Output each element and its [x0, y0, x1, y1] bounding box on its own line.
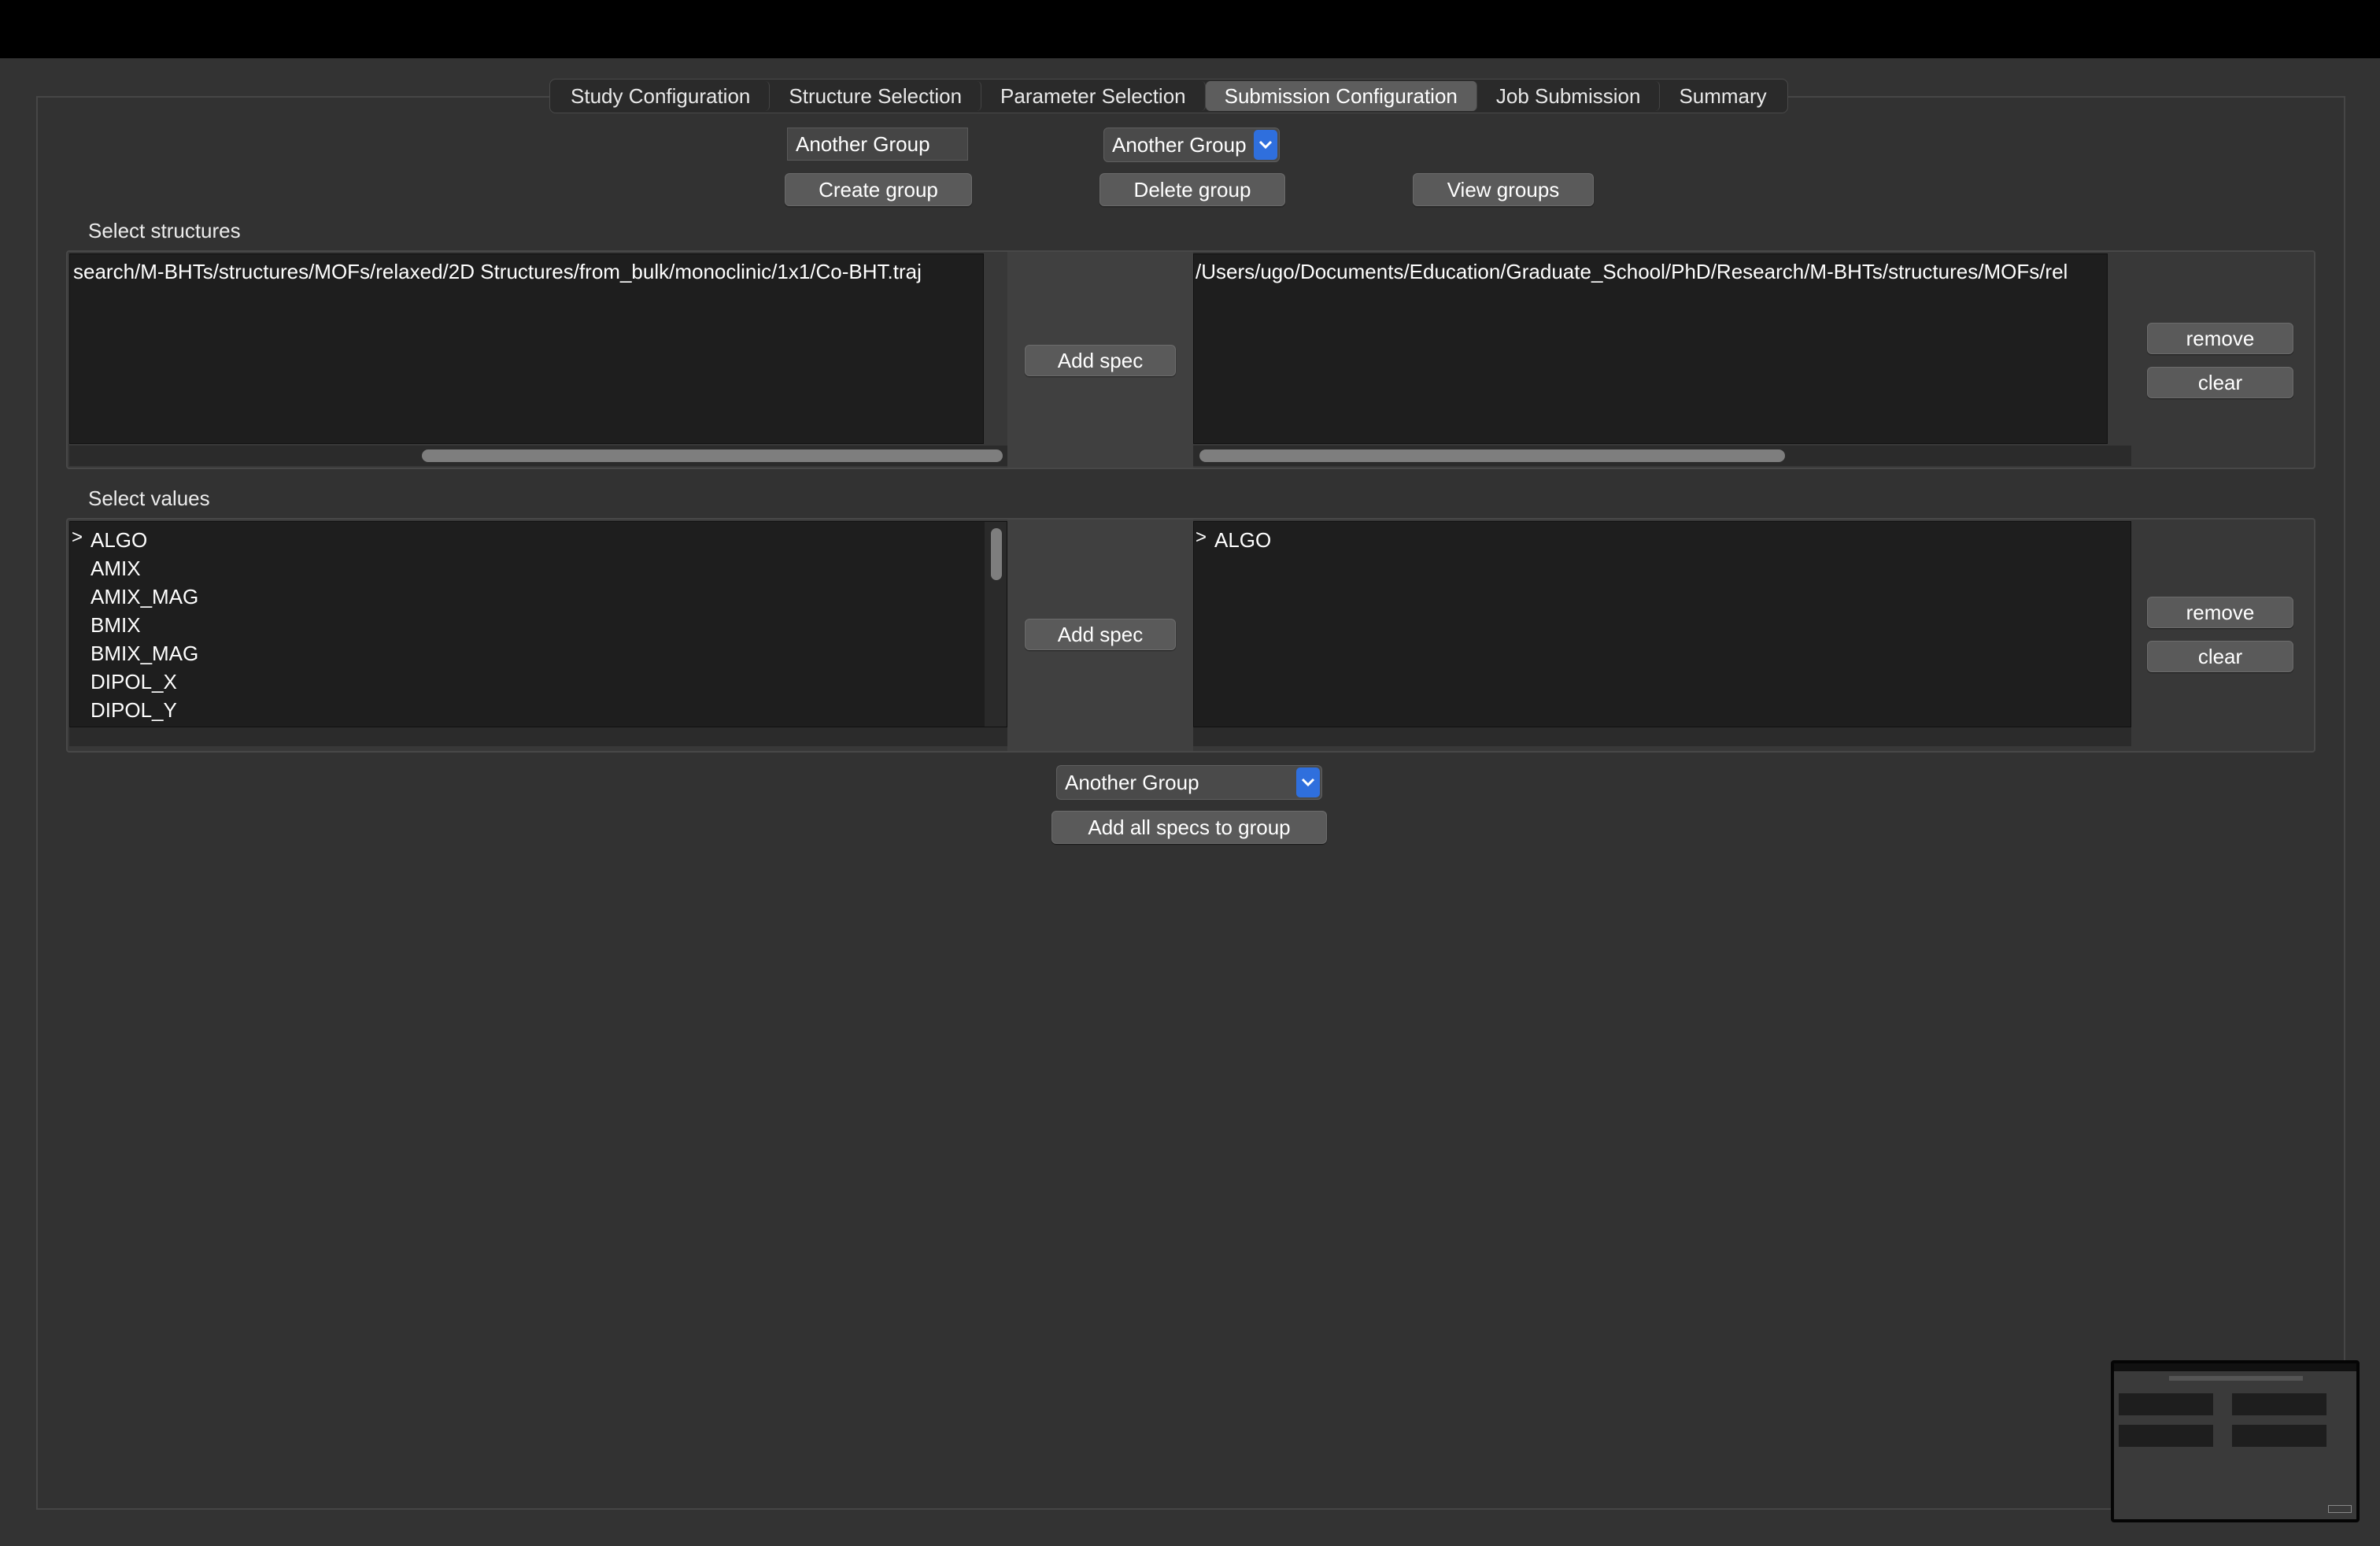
thumbnail-list: [2119, 1393, 2213, 1415]
selected-structures-scroll-thumb[interactable]: [1199, 449, 1785, 462]
thumbnail-list: [2232, 1393, 2326, 1415]
parameter-tree-hscrollbar[interactable]: [69, 727, 1007, 746]
chevron-right-icon[interactable]: >: [1196, 527, 1207, 549]
tab-parameter-selection[interactable]: Parameter Selection: [981, 81, 1206, 111]
tree-item-algo[interactable]: ALGO: [91, 528, 147, 553]
group-name-input-value: Another Group: [796, 131, 930, 156]
thumbnail-title-bar: [2114, 1363, 2356, 1371]
available-structures-scroll-thumb[interactable]: [422, 449, 1003, 462]
group-select-value: Another Group: [1112, 132, 1247, 157]
add-all-specs-button[interactable]: Add all specs to group: [1051, 811, 1327, 844]
values-remove-button[interactable]: remove: [2147, 597, 2293, 628]
selected-tree-item-algo[interactable]: ALGO: [1214, 528, 1271, 553]
available-structure-path[interactable]: search/M-BHTs/structures/MOFs/relaxed/2D…: [70, 254, 983, 289]
thumbnail-tab-bar: [2169, 1376, 2303, 1381]
structures-clear-button[interactable]: clear: [2147, 367, 2293, 398]
delete-group-button[interactable]: Delete group: [1099, 173, 1285, 206]
tab-study-configuration[interactable]: Study Configuration: [552, 81, 771, 111]
selected-structures-list[interactable]: /Users/ugo/Documents/Education/Graduate_…: [1193, 253, 2108, 444]
available-structures-list[interactable]: search/M-BHTs/structures/MOFs/relaxed/2D…: [69, 253, 984, 444]
parameter-tree-scroll-thumb[interactable]: [991, 528, 1002, 580]
tree-item-dipol-y[interactable]: DIPOL_Y: [91, 698, 177, 723]
tab-structure-selection[interactable]: Structure Selection: [770, 81, 982, 111]
thumbnail-list: [2119, 1425, 2213, 1447]
thumbnail-list: [2232, 1425, 2326, 1447]
selected-values-hscrollbar[interactable]: [1193, 727, 2131, 746]
select-values-label: Select values: [88, 486, 210, 510]
create-group-button[interactable]: Create group: [785, 173, 972, 206]
target-group-select[interactable]: Another Group: [1056, 765, 1322, 800]
target-group-select-value: Another Group: [1065, 770, 1199, 794]
chevron-down-icon: [1254, 130, 1277, 160]
structures-remove-button[interactable]: remove: [2147, 323, 2293, 354]
tree-item-bmix[interactable]: BMIX: [91, 613, 141, 638]
selected-structures-scrollbar[interactable]: [1193, 446, 2131, 466]
tree-item-dipol-x[interactable]: DIPOL_X: [91, 670, 177, 694]
chevron-right-icon[interactable]: >: [72, 527, 83, 549]
structures-add-spec-button[interactable]: Add spec: [1025, 345, 1176, 376]
select-structures-label: Select structures: [88, 219, 241, 242]
selected-structure-path[interactable]: /Users/ugo/Documents/Education/Graduate_…: [1194, 254, 2107, 289]
parameter-tree-scrollbar[interactable]: [985, 522, 1007, 727]
chevron-down-icon: [1296, 767, 1320, 797]
selected-values-tree[interactable]: > ALGO: [1193, 521, 2131, 727]
available-structures-scrollbar[interactable]: [69, 446, 1007, 466]
view-groups-button[interactable]: View groups: [1413, 173, 1594, 206]
tab-submission-configuration[interactable]: Submission Configuration: [1205, 81, 1477, 111]
tree-item-amix-mag[interactable]: AMIX_MAG: [91, 585, 198, 609]
tree-item-amix[interactable]: AMIX: [91, 557, 141, 581]
thumbnail-badge: [2328, 1505, 2352, 1513]
tree-item-bmix-mag[interactable]: BMIX_MAG: [91, 642, 198, 666]
parameter-tree[interactable]: > ALGO AMIX AMIX_MAG BMIX BMIX_MAG DIPOL…: [69, 521, 1007, 727]
values-clear-button[interactable]: clear: [2147, 641, 2293, 672]
values-add-spec-button[interactable]: Add spec: [1025, 619, 1176, 650]
tab-summary[interactable]: Summary: [1660, 81, 1785, 111]
window-title-bar: [0, 0, 2380, 58]
tab-job-submission[interactable]: Job Submission: [1477, 81, 1661, 111]
group-name-input[interactable]: Another Group: [787, 128, 968, 161]
group-select[interactable]: Another Group: [1103, 128, 1280, 162]
window-thumbnail[interactable]: [2111, 1360, 2360, 1522]
tab-bar: Study Configuration Structure Selection …: [549, 79, 1788, 113]
